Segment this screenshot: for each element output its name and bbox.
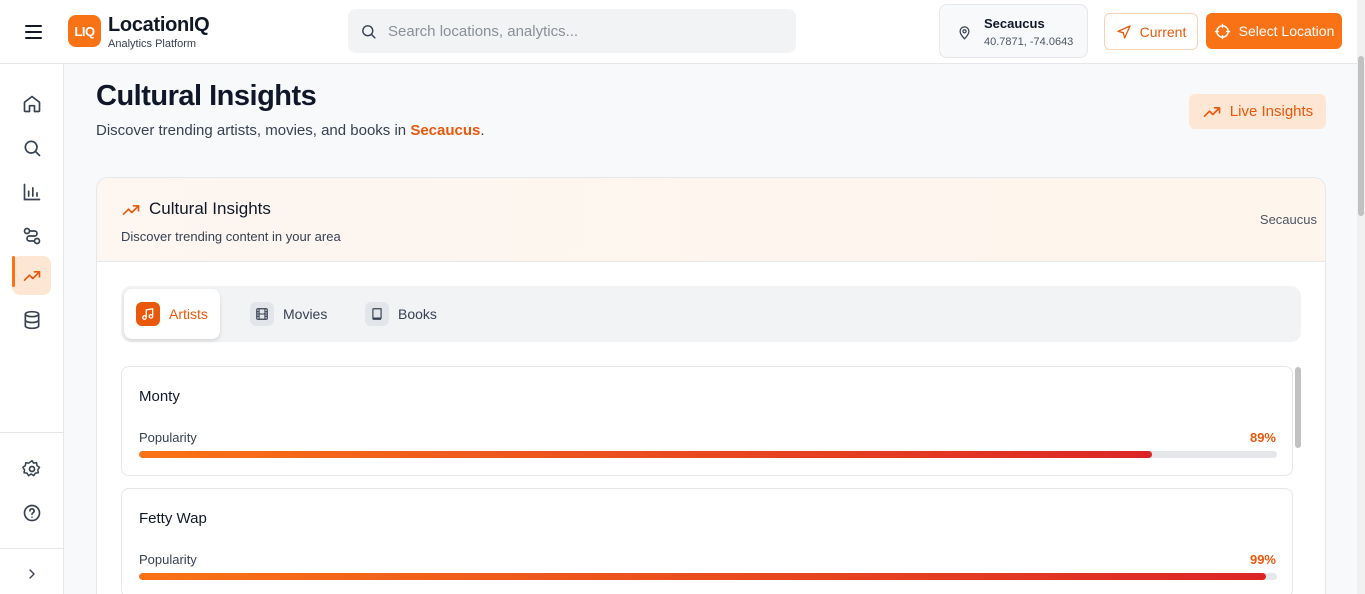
tab-books-label: Books <box>398 306 437 322</box>
location-coordinates: 40.7871, -74.0643 <box>984 36 1074 48</box>
current-label: Current <box>1139 23 1187 40</box>
sidebar <box>0 64 64 594</box>
settings-icon <box>21 459 40 476</box>
home-icon <box>23 95 40 112</box>
select-location-label: Select Location <box>1238 23 1335 39</box>
popularity-bar-fill <box>139 451 1152 458</box>
tab-movies[interactable]: Movies <box>238 289 339 339</box>
description-location: Secaucus <box>410 122 481 139</box>
sidebar-expand-button[interactable] <box>12 554 51 593</box>
app-subtitle: Analytics Platform <box>108 38 197 50</box>
popularity-value: 89% <box>1249 430 1276 445</box>
description-text: Discover trending artists, movies, and b… <box>96 122 411 139</box>
popularity-label: Popularity <box>139 552 197 567</box>
search-icon <box>24 140 40 156</box>
search-input[interactable] <box>388 9 788 53</box>
popularity-bar <box>139 451 1277 458</box>
content-tabs: Artists Movies Books <box>121 286 1301 342</box>
live-insights-label: Live Insights <box>1229 103 1314 120</box>
current-location-card[interactable]: Secaucus 40.7871, -74.0643 <box>939 4 1088 58</box>
route-icon <box>23 227 40 244</box>
database-icon <box>24 310 39 329</box>
active-indicator <box>12 256 15 287</box>
live-insights-badge: Live Insights <box>1189 94 1326 129</box>
app-name: LocationIQ <box>108 14 210 36</box>
sidebar-item-search[interactable] <box>12 128 51 167</box>
card-subtitle: Discover trending content in your area <box>121 229 341 244</box>
page-scrollbar-thumb[interactable] <box>1358 56 1364 216</box>
card-header: Cultural Insights Discover trending cont… <box>97 178 1325 262</box>
list-scrollbar-thumb[interactable] <box>1295 367 1301 448</box>
search-bar <box>348 9 796 53</box>
popularity-value: 99% <box>1249 552 1276 567</box>
popularity-bar-fill <box>139 573 1266 580</box>
list-item[interactable]: Fetty Wap Popularity 99% <box>121 488 1293 594</box>
sidebar-item-help[interactable] <box>12 493 51 532</box>
card-location: Secaucus <box>1259 212 1317 227</box>
film-icon <box>250 302 274 326</box>
sidebar-item-cultural-insights[interactable] <box>12 256 51 295</box>
page-description: Discover trending artists, movies, and b… <box>96 122 485 139</box>
map-pin-icon <box>959 26 970 40</box>
tab-artists[interactable]: Artists <box>124 289 220 339</box>
sidebar-item-routes[interactable] <box>12 216 51 255</box>
help-icon <box>23 504 40 521</box>
trending-up-icon <box>122 205 140 215</box>
description-suffix: . <box>480 122 485 139</box>
artist-name: Monty <box>139 388 180 405</box>
top-bar: LIQ LocationIQ Analytics Platform Secauc… <box>0 0 1365 64</box>
trending-up-icon <box>1203 106 1221 117</box>
sidebar-item-home[interactable] <box>12 84 51 123</box>
chevron-right-icon <box>28 568 35 579</box>
select-location-button[interactable]: Select Location <box>1206 13 1342 49</box>
tab-movies-label: Movies <box>283 306 328 322</box>
music-icon <box>136 302 160 326</box>
crosshair-icon <box>1214 23 1230 39</box>
list-item[interactable]: Monty Popularity 89% <box>121 366 1293 476</box>
tab-artists-label: Artists <box>169 306 208 322</box>
location-name: Secaucus <box>984 16 1045 31</box>
trending-up-icon <box>23 270 40 281</box>
menu-button[interactable] <box>18 20 48 44</box>
menu-icon <box>25 25 42 39</box>
page-title: Cultural Insights <box>96 80 317 112</box>
navigation-icon <box>1116 24 1131 39</box>
logo-mark[interactable]: LIQ <box>68 15 101 47</box>
cultural-insights-card: Cultural Insights Discover trending cont… <box>96 177 1326 594</box>
tab-books[interactable]: Books <box>353 289 449 339</box>
book-icon <box>365 302 389 326</box>
sidebar-divider <box>0 548 63 549</box>
sidebar-item-analytics[interactable] <box>12 172 51 211</box>
bar-chart-icon <box>23 183 40 200</box>
search-icon <box>362 25 376 39</box>
popularity-bar <box>139 573 1277 580</box>
card-title: Cultural Insights <box>149 199 271 218</box>
sidebar-item-settings[interactable] <box>12 449 51 488</box>
popularity-label: Popularity <box>139 430 197 445</box>
artist-name: Fetty Wap <box>139 510 207 527</box>
sidebar-divider <box>0 432 63 433</box>
sidebar-item-data[interactable] <box>12 300 51 339</box>
current-location-button[interactable]: Current <box>1104 13 1198 50</box>
